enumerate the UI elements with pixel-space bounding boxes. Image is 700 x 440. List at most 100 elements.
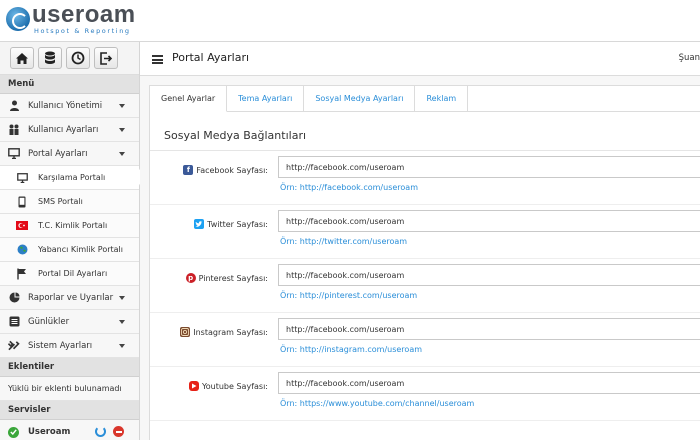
youtube-field-row: Youtube Sayfası: Örn: https://www.youtub… (150, 367, 700, 421)
top-bar: useroam Hotspot & Reporting (0, 0, 700, 42)
sidebar-item-label: Günlükler (28, 316, 70, 327)
sidebar-subitem-label: Karşılama Portalı (38, 173, 106, 182)
chevron-down-icon (119, 128, 125, 132)
facebook-field-row: f Facebook Sayfası: Örn: http://facebook… (150, 151, 700, 205)
sidebar-subitem-label: SMS Portalı (38, 197, 83, 206)
app-logo[interactable]: useroam Hotspot & Reporting (6, 1, 136, 36)
tab-social-media-settings[interactable]: Sosyal Medya Ayarları (304, 86, 416, 112)
check-icon (8, 426, 19, 438)
pinterest-field-hint: Örn: http://pinterest.com/useroam (280, 291, 418, 300)
user-menu[interactable]: Şuan (679, 53, 700, 63)
instagram-field-row: Instagram Sayfası: Örn: http://instagram… (150, 313, 700, 367)
sidebar: Menü Kullanıcı Yönetimi Kullanıcı Ayarla… (0, 42, 140, 440)
facebook-field-label: f Facebook Sayfası: (183, 165, 268, 175)
sidebar-item-logs[interactable]: Günlükler (0, 310, 139, 334)
facebook-icon: f (183, 165, 194, 175)
chevron-down-icon (119, 152, 125, 156)
sidebar-subitem-foreign-identity-portal[interactable]: Yabancı Kimlik Portalı (0, 238, 139, 262)
menu-heading: Menü (0, 75, 139, 94)
youtube-field-label: Youtube Sayfası: (188, 381, 268, 391)
sidebar-subitem-label: Yabancı Kimlik Portalı (38, 245, 123, 254)
monitor-icon (16, 172, 28, 184)
page-title: Portal Ayarları (172, 51, 250, 64)
sidebar-subitem-tc-identity-portal[interactable]: T.C. Kimlik Portalı (0, 214, 139, 238)
page-header: Portal Ayarları Şuan (140, 42, 700, 76)
users-icon (8, 124, 20, 136)
history-button[interactable] (66, 47, 90, 69)
settings-panel: Genel Ayarlar Tema Ayarları Sosyal Medya… (149, 85, 700, 440)
twitter-field-label: Twitter Sayfası: (194, 219, 268, 229)
sidebar-subitem-label: Portal Dil Ayarları (38, 269, 108, 278)
plugins-empty-message: Yüklü bir eklenti bulunamadı (0, 377, 139, 401)
twitter-field-row: Twitter Sayfası: Örn: http://twitter.com… (150, 205, 700, 259)
logout-icon (100, 51, 113, 65)
sidebar-item-label: Raporlar ve Uyarılar (28, 292, 114, 303)
twitter-icon (194, 219, 205, 229)
sidebar-item-user-settings[interactable]: Kullanıcı Ayarları (0, 118, 139, 142)
twitter-field-hint: Örn: http://twitter.com/useroam (280, 237, 408, 246)
facebook-url-input[interactable] (278, 156, 700, 178)
sidebar-item-user-management[interactable]: Kullanıcı Yönetimi (0, 94, 139, 118)
logo-mark-icon (6, 7, 30, 31)
log-icon (8, 316, 20, 328)
sidebar-subitem-portal-language[interactable]: Portal Dil Ayarları (0, 262, 139, 286)
service-row: Useroam (0, 420, 139, 440)
chevron-down-icon (119, 104, 125, 108)
home-icon (16, 52, 28, 64)
twitter-url-input[interactable] (278, 210, 700, 232)
pinterest-icon: p (185, 273, 196, 283)
sidebar-item-label: Sistem Ayarları (28, 340, 93, 351)
user-icon (8, 100, 20, 112)
facebook-field-hint: Örn: http://facebook.com/useroam (280, 183, 418, 192)
clock-icon (71, 51, 85, 65)
tab-bar: Genel Ayarlar Tema Ayarları Sosyal Medya… (150, 86, 469, 112)
plugins-heading: Eklentiler (0, 358, 139, 377)
brand-tagline: Hotspot & Reporting (34, 27, 131, 36)
phone-icon (16, 196, 28, 208)
monitor-icon (8, 148, 20, 160)
youtube-icon (188, 381, 199, 391)
instagram-field-label: Instagram Sayfası: (180, 327, 268, 337)
youtube-field-hint: Örn: https://www.youtube.com/channel/use… (280, 399, 475, 408)
home-button[interactable] (10, 47, 34, 69)
service-name: Useroam (28, 427, 71, 437)
sidebar-subitem-sms-portal[interactable]: SMS Portalı (0, 190, 139, 214)
tab-advertising[interactable]: Reklam (415, 86, 469, 112)
chevron-down-icon (119, 344, 125, 348)
instagram-field-hint: Örn: http://instagram.com/useroam (280, 345, 423, 354)
stop-icon[interactable] (113, 426, 124, 437)
sidebar-item-label: Portal Ayarları (28, 148, 88, 159)
pinterest-url-input[interactable] (278, 264, 700, 286)
sidebar-item-portal-settings[interactable]: Portal Ayarları (0, 142, 139, 166)
shortcut-bar (0, 42, 139, 75)
brand-name: useroam (32, 1, 136, 29)
pinterest-field-row: p Pinterest Sayfası: Örn: http://pintere… (150, 259, 700, 313)
tab-general-settings[interactable]: Genel Ayarlar (150, 86, 228, 112)
chevron-down-icon (119, 320, 125, 324)
main-content: Genel Ayarlar Tema Ayarları Sosyal Medya… (140, 76, 700, 440)
sidebar-item-system-settings[interactable]: Sistem Ayarları (0, 334, 139, 358)
pie-chart-icon (8, 292, 20, 304)
refresh-icon[interactable] (95, 426, 106, 437)
sidebar-item-label: Kullanıcı Yönetimi (28, 100, 103, 111)
tab-theme-settings[interactable]: Tema Ayarları (227, 86, 305, 112)
tab-divider (436, 111, 700, 112)
turkey-flag-icon (16, 220, 28, 232)
globe-icon (16, 244, 28, 256)
sidebar-subitem-welcome-portal[interactable]: Karşılama Portalı (0, 166, 139, 190)
sidebar-subitem-label: T.C. Kimlik Portalı (38, 221, 108, 230)
logout-button[interactable] (94, 47, 118, 69)
services-heading: Servisler (0, 401, 139, 420)
database-icon (45, 51, 55, 64)
sidebar-item-reports[interactable]: Raporlar ve Uyarılar (0, 286, 139, 310)
instagram-url-input[interactable] (278, 318, 700, 340)
chevron-down-icon (119, 296, 125, 300)
tools-icon (8, 340, 20, 352)
sidebar-item-label: Kullanıcı Ayarları (28, 124, 99, 135)
database-button[interactable] (38, 47, 62, 69)
menu-toggle-icon[interactable] (152, 55, 163, 64)
youtube-url-input[interactable] (278, 372, 700, 394)
instagram-icon (180, 327, 191, 337)
flag-icon (16, 268, 28, 280)
section-title: Sosyal Medya Bağlantıları (164, 129, 307, 142)
